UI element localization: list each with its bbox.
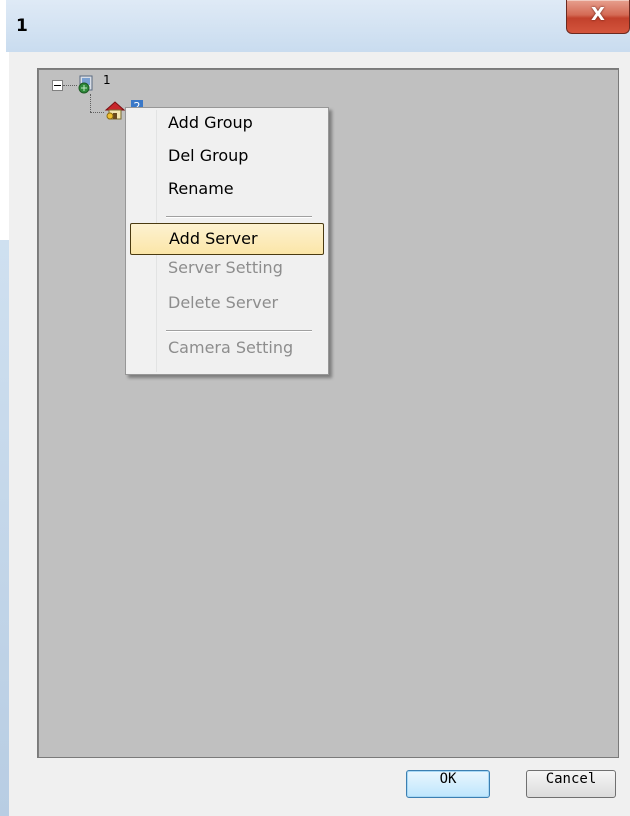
- house-group-icon[interactable]: [104, 100, 126, 120]
- menu-item-server-setting[interactable]: Server Setting: [130, 258, 324, 290]
- close-button[interactable]: X: [566, 0, 630, 34]
- window-title: 1: [16, 16, 28, 36]
- tree-root-label[interactable]: 1: [103, 73, 111, 87]
- menu-item-rename[interactable]: Rename: [130, 179, 324, 211]
- background-window-edge-blue: [0, 240, 9, 816]
- context-menu: Add Group Del Group Rename Add Server Se…: [125, 107, 329, 375]
- menu-item-del-group[interactable]: Del Group: [130, 146, 324, 178]
- menu-item-add-group[interactable]: Add Group: [130, 113, 324, 145]
- tree-collapse-icon[interactable]: [52, 80, 63, 91]
- menu-separator: [166, 330, 312, 332]
- tree-connector: [90, 112, 104, 113]
- menu-item-add-server[interactable]: Add Server: [130, 223, 324, 255]
- cancel-button[interactable]: Cancel: [526, 770, 616, 798]
- title-bar[interactable]: 1 X: [6, 0, 630, 52]
- menu-separator: [166, 216, 312, 218]
- tree-connector: [90, 94, 91, 112]
- tree-connector: [63, 85, 77, 86]
- network-camera-icon[interactable]: [78, 74, 96, 94]
- menu-item-delete-server[interactable]: Delete Server: [130, 293, 324, 325]
- ok-button[interactable]: OK: [406, 770, 490, 798]
- close-icon: X: [591, 4, 605, 25]
- menu-item-camera-setting[interactable]: Camera Setting: [130, 338, 324, 370]
